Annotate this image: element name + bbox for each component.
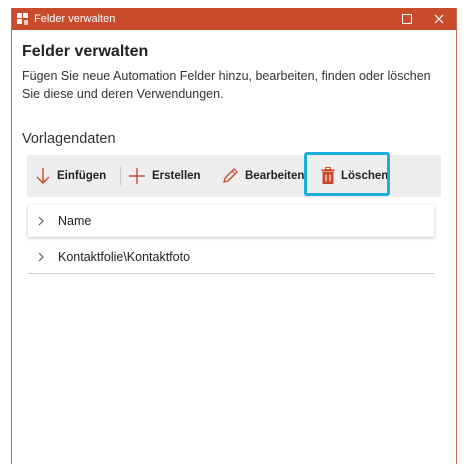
tree-item-label: Name <box>58 214 92 228</box>
tree-item-name[interactable]: Name <box>28 205 434 237</box>
edit-label: Bearbeiten <box>245 170 305 182</box>
create-label: Erstellen <box>152 170 201 182</box>
title-bar: Felder verwalten <box>12 8 456 30</box>
insert-label: Einfügen <box>57 170 107 182</box>
maximize-icon <box>402 14 412 24</box>
maximize-button[interactable] <box>392 8 422 30</box>
chevron-right-icon[interactable] <box>36 216 46 226</box>
arrow-down-icon <box>36 168 50 184</box>
fields-tree: Name Kontaktfolie\Kontaktfoto <box>28 205 434 274</box>
delete-button-highlight <box>304 152 390 196</box>
page-description: Fügen Sie neue Automation Felder hinzu, … <box>22 69 431 101</box>
tree-item-label: Kontaktfolie\Kontaktfoto <box>58 250 191 264</box>
toolbar-separator <box>120 167 121 185</box>
chevron-right-icon[interactable] <box>36 252 46 262</box>
close-icon <box>434 14 444 24</box>
app-logo-icon <box>17 13 28 25</box>
section-label: Vorlagendaten <box>22 131 116 147</box>
tree-item-contact-photo[interactable]: Kontaktfolie\Kontaktfoto <box>28 241 434 274</box>
pencil-icon <box>223 168 238 183</box>
page-title: Felder verwalten <box>22 43 149 60</box>
create-button[interactable]: Erstellen <box>128 155 201 197</box>
window-title: Felder verwalten <box>34 13 116 25</box>
plus-icon <box>129 168 145 184</box>
insert-button[interactable]: Einfügen <box>35 155 106 197</box>
close-button[interactable] <box>424 8 454 30</box>
edit-button[interactable]: Bearbeiten <box>221 155 304 197</box>
